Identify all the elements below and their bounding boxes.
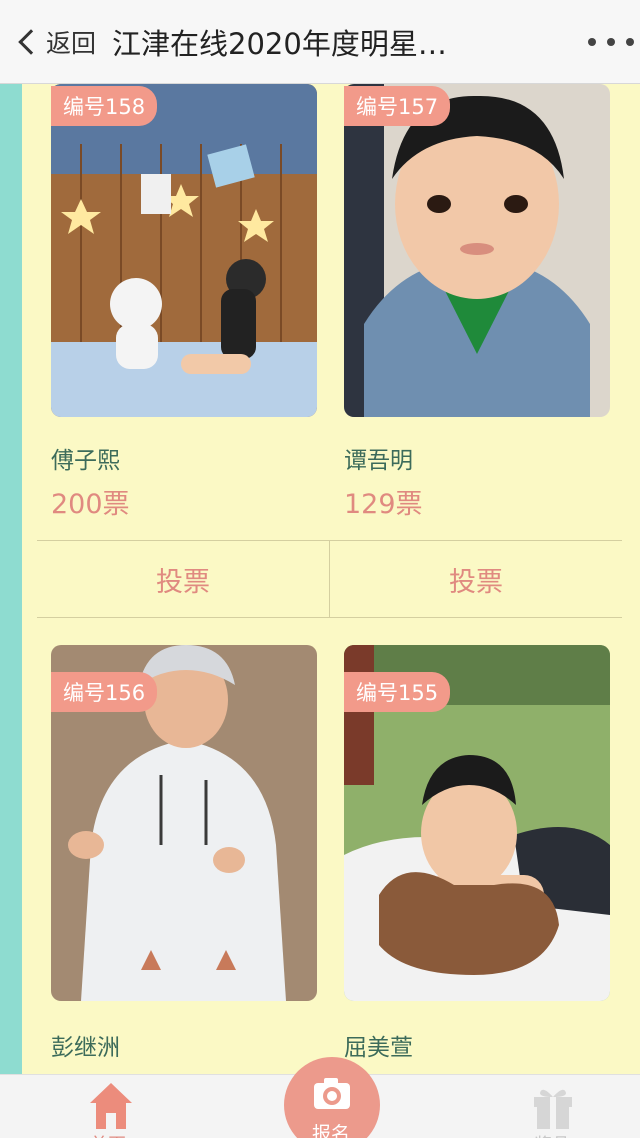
vote-button[interactable]: 投票	[329, 541, 622, 617]
contestant-photo[interactable]	[344, 84, 610, 417]
tab-gift-label[interactable]: 奖品	[534, 1131, 570, 1138]
vote-count: 200票	[51, 489, 130, 520]
contestant-number-badge: 编号157	[344, 86, 451, 126]
contestant-number-badge: 编号156	[51, 672, 158, 712]
contestant-photo[interactable]	[51, 84, 317, 417]
back-button[interactable]: 返回	[18, 12, 97, 72]
top-nav-bar: 返回 江津在线2020年度明星…	[0, 0, 640, 84]
left-decor-stripe	[0, 84, 22, 1074]
contestant-name: 谭吾明	[344, 448, 413, 474]
chevron-left-icon	[18, 28, 44, 55]
contestant-name: 彭继洲	[51, 1035, 120, 1061]
more-dots-icon[interactable]	[588, 24, 634, 60]
vote-count: 129票	[344, 489, 423, 520]
tab-home-label[interactable]: 首页	[90, 1131, 126, 1138]
home-icon[interactable]	[88, 1081, 134, 1138]
gift-icon[interactable]	[530, 1083, 576, 1131]
contestant-grid: 编号158 傅子熙 200票 编号157 谭吾明 129票 投票 投票 编号15…	[22, 84, 640, 1074]
page-title: 江津在线2020年度明星…	[112, 26, 447, 61]
back-label: 返回	[46, 28, 97, 58]
contestant-number-badge: 编号155	[344, 672, 451, 712]
vote-button-row: 投票 投票	[37, 540, 622, 618]
bottom-tab-bar: 首页 报名 奖品	[0, 1057, 640, 1138]
contestant-name: 傅子熙	[51, 448, 120, 474]
contestant-number-badge: 编号158	[51, 86, 158, 126]
tab-signup-label[interactable]: 报名	[312, 1119, 350, 1138]
vote-button[interactable]: 投票	[37, 541, 329, 617]
contestant-name: 屈美萱	[344, 1035, 413, 1061]
